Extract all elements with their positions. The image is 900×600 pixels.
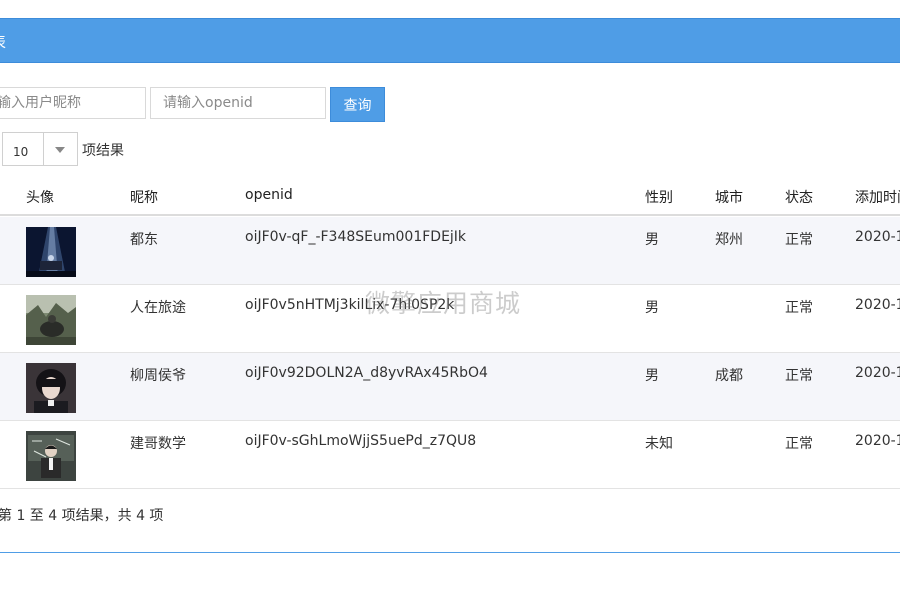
nickname-cell: 人在旅途	[130, 300, 186, 316]
gender-cell: 男	[645, 232, 659, 248]
status-cell: 正常	[785, 300, 813, 316]
openid-cell: oiJF0v5nHTMj3kilLix-7hl0SP2k	[245, 297, 455, 313]
user-avatar	[26, 295, 76, 345]
select-divider	[43, 133, 44, 165]
status-cell: 正常	[785, 436, 813, 452]
table-info: 第 1 至 4 项结果，共 4 项	[0, 508, 164, 524]
added-time-cell: 2020-1	[855, 229, 900, 245]
column-header-city[interactable]: 城市	[715, 187, 743, 207]
page-length-label: 项结果	[82, 143, 124, 159]
user-avatar	[26, 363, 76, 413]
city-cell: 成都	[715, 368, 743, 384]
caret-down-icon	[55, 147, 65, 153]
status-cell: 正常	[785, 232, 813, 248]
added-time-cell: 2020-1	[855, 433, 900, 449]
panel-title: 列表	[0, 31, 6, 52]
nickname-cell: 建哥数学	[130, 436, 186, 452]
status-cell: 正常	[785, 368, 813, 384]
nickname-cell: 柳周侯爷	[130, 368, 186, 384]
nickname-search-input[interactable]	[0, 87, 146, 119]
page-length-select[interactable]: 10	[2, 132, 78, 166]
nickname-cell: 都东	[130, 232, 158, 248]
page-length-value: 10	[13, 145, 29, 159]
panel-header: 列表	[0, 18, 900, 63]
added-time-cell: 2020-1	[855, 365, 900, 381]
gender-cell: 男	[645, 368, 659, 384]
city-cell: 郑州	[715, 232, 743, 248]
column-header-nickname[interactable]: 昵称	[130, 187, 158, 207]
openid-cell: oiJF0v-sGhLmoWjjS5uePd_z7QU8	[245, 433, 477, 449]
openid-cell: oiJF0v92DOLN2A_d8yvRAx45RbO4	[245, 365, 488, 381]
openid-cell: oiJF0v-qF_-F348SEum001FDEjIk	[245, 229, 467, 245]
table-row[interactable]: 人在旅途 oiJF0v5nHTMj3kilLix-7hl0SP2k 男 正常 2…	[0, 285, 900, 353]
user-avatar	[26, 227, 76, 277]
table-row[interactable]: 柳周侯爷 oiJF0v92DOLN2A_d8yvRAx45RbO4 男 成都 正…	[0, 353, 900, 421]
query-button[interactable]: 查询	[330, 87, 385, 122]
gender-cell: 未知	[645, 436, 673, 452]
table-row[interactable]: 都东 oiJF0v-qF_-F348SEum001FDEjIk 男 郑州 正常 …	[0, 217, 900, 285]
column-header-added-time[interactable]: 添加时间	[855, 187, 900, 207]
gender-cell: 男	[645, 300, 659, 316]
openid-search-input[interactable]	[150, 87, 326, 119]
column-header-avatar[interactable]: 头像	[26, 187, 54, 207]
column-header-status[interactable]: 状态	[785, 187, 813, 207]
table-row[interactable]: 建哥数学 oiJF0v-sGhLmoWjjS5uePd_z7QU8 未知 正常 …	[0, 421, 900, 489]
added-time-cell: 2020-1	[855, 297, 900, 313]
table-header-divider	[0, 214, 900, 216]
user-avatar	[26, 431, 76, 481]
column-header-gender[interactable]: 性别	[645, 187, 673, 207]
column-header-openid[interactable]: openid	[245, 187, 293, 203]
